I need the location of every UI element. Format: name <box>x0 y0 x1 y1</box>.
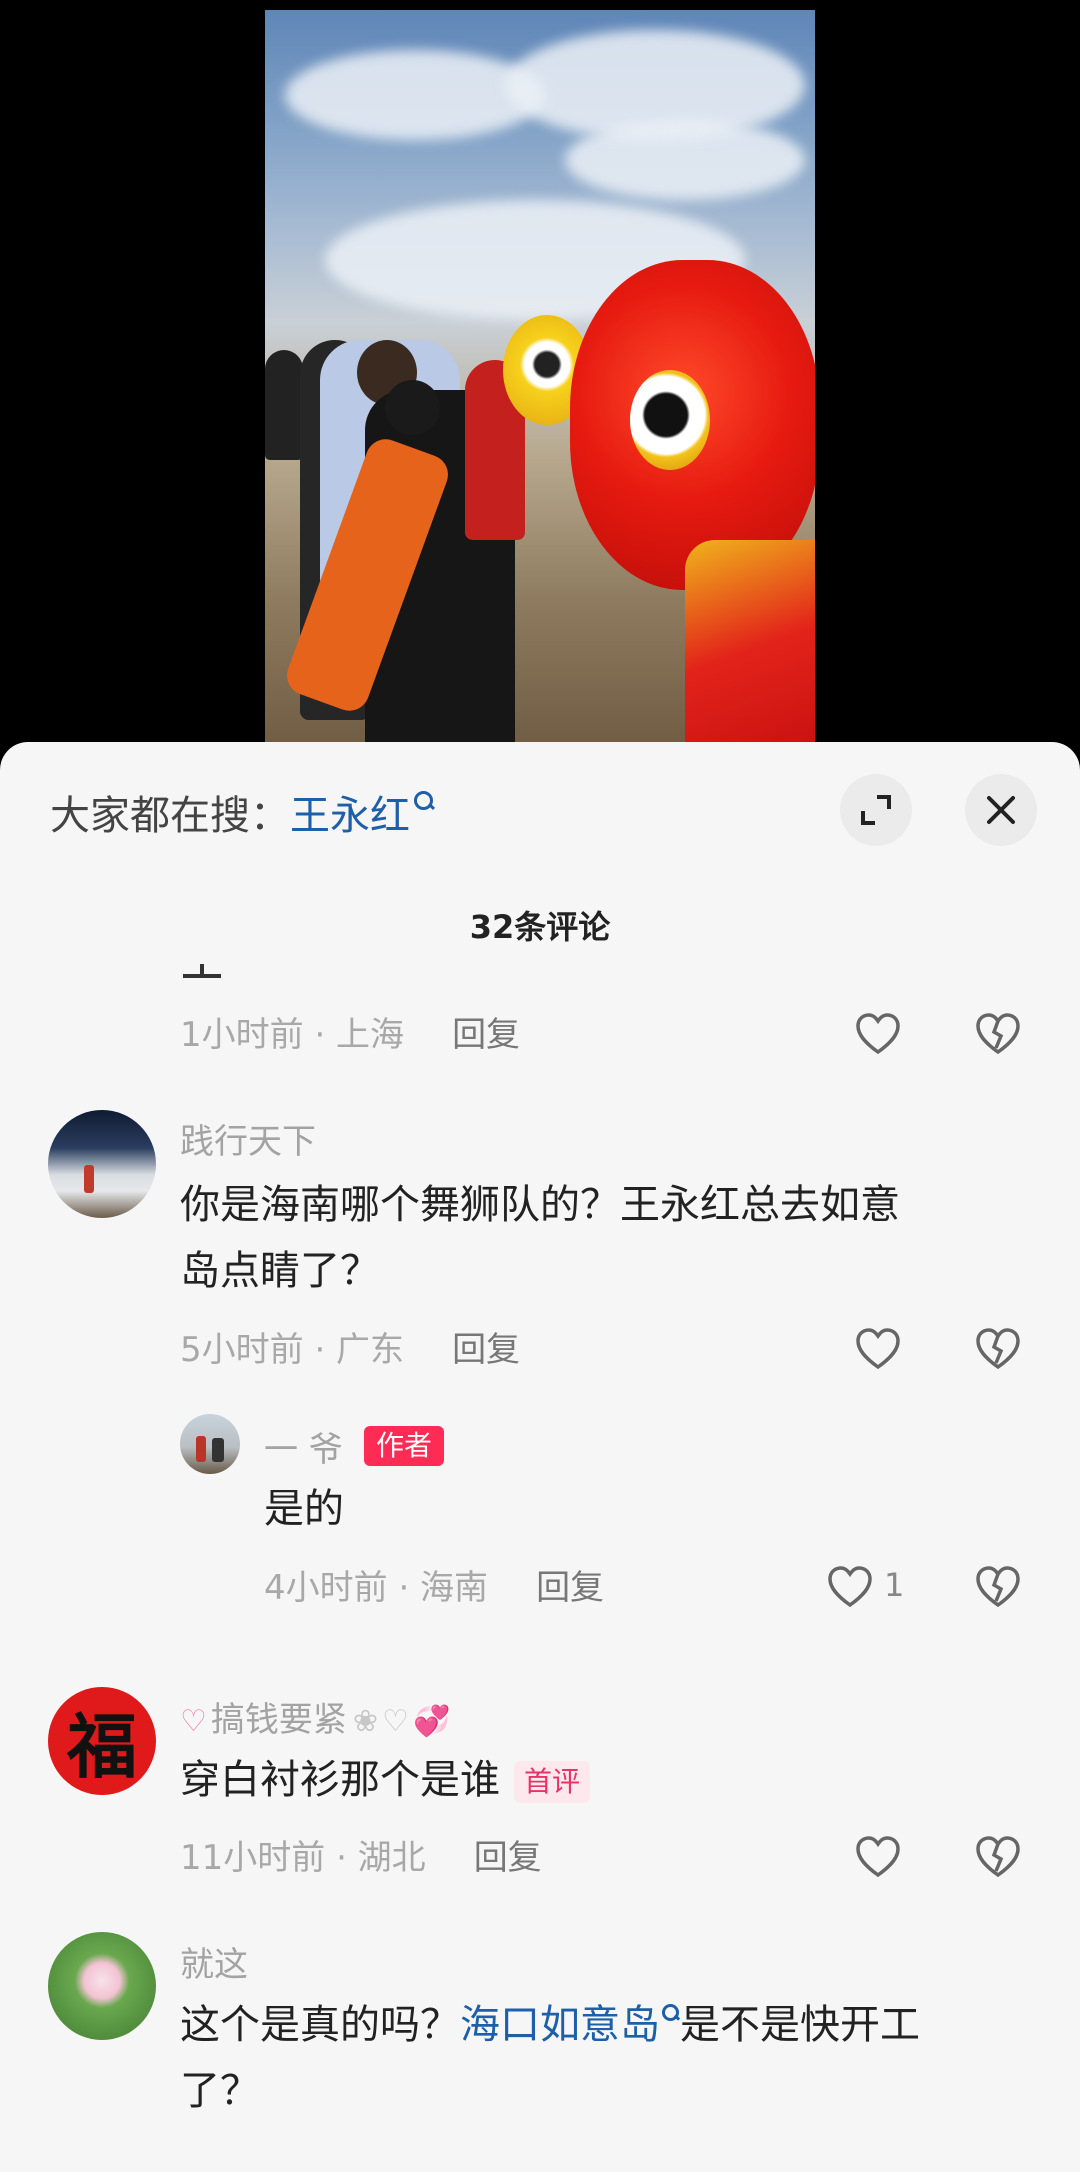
reply-text: 是的 <box>264 1486 344 1532</box>
heart-icon <box>856 1328 900 1370</box>
comment-time: 1小时前 · 上海 <box>180 1015 405 1055</box>
comment-text-content: 穿白衬衫那个是谁 <box>180 1757 500 1803</box>
dislike-button[interactable] <box>968 1004 1028 1064</box>
reply-button[interactable]: 回复 <box>452 1007 520 1056</box>
avatar[interactable] <box>180 1414 240 1474</box>
first-comment-badge: 首评 <box>514 1761 591 1803</box>
heart-decoration-icon: 💞 <box>412 1704 451 1739</box>
like-button[interactable] <box>848 1319 908 1379</box>
like-button[interactable] <box>848 1827 908 1887</box>
trending-search[interactable]: 大家都在搜： 王永红 <box>50 782 436 842</box>
search-link[interactable]: 海口如意岛 <box>460 2002 660 2048</box>
comment-text: 穿白衬衫那个是谁 首评 <box>180 1747 591 1813</box>
comment-meta: 11小时前 · 湖北 回复 <box>180 1830 542 1879</box>
dislike-button[interactable] <box>968 1557 1028 1617</box>
comment-time: 4小时前 · 海南 <box>264 1568 489 1608</box>
author-badge: 作者 <box>364 1426 445 1466</box>
dislike-button[interactable] <box>968 1827 1028 1887</box>
comment-text: 岛点睛了？ <box>180 1248 380 1294</box>
expand-button[interactable] <box>840 774 912 846</box>
comment-username[interactable]: 就这 <box>180 1937 248 1986</box>
comment-meta: 1小时前 · 上海 回复 <box>180 1007 520 1056</box>
comment-text: 这个是真的吗？海口如意岛 是不是快开工 <box>180 1992 920 2058</box>
expand-icon <box>861 795 891 825</box>
avatar[interactable] <box>48 1932 156 2040</box>
video-frame[interactable] <box>265 10 815 755</box>
comment-time: 11小时前 · 湖北 <box>180 1838 426 1878</box>
comment-text-part: 是不是快开工 <box>680 2002 920 2048</box>
avatar[interactable] <box>48 1110 156 1218</box>
like-count: 1 <box>884 1566 905 1604</box>
trending-search-term[interactable]: 王永红 <box>290 783 410 841</box>
heart-decoration-icon: ♡ <box>180 1704 207 1739</box>
reply-button[interactable]: 回复 <box>452 1322 520 1371</box>
broken-heart-icon <box>976 1013 1020 1055</box>
heart-icon <box>856 1836 900 1878</box>
avatar[interactable]: 福 <box>48 1687 156 1795</box>
comment-count-title: 32条评论 <box>469 908 611 946</box>
dislike-button[interactable] <box>968 1319 1028 1379</box>
comment-meta: 4小时前 · 海南 回复 <box>264 1560 604 1609</box>
comment-username-text: 搞钱要紧 <box>210 1700 347 1740</box>
like-button[interactable] <box>848 1004 908 1064</box>
comment-meta: 5小时前 · 广东 回复 <box>180 1322 520 1371</box>
broken-heart-icon <box>976 1836 1020 1878</box>
close-icon <box>987 796 1015 824</box>
flower-decoration-icon: ❀ <box>352 1704 379 1739</box>
comment-username[interactable]: ♡ 搞钱要紧 ❀ ♡ 💞 <box>180 1692 454 1741</box>
comment-username[interactable]: 践行天下 <box>180 1114 316 1163</box>
close-button[interactable] <box>965 774 1037 846</box>
trending-search-label: 大家都在搜： <box>50 793 290 839</box>
broken-heart-icon <box>976 1566 1020 1608</box>
comment-text: 了？ <box>180 2068 260 2114</box>
partial-comment-text <box>200 964 204 976</box>
like-button[interactable] <box>820 1557 880 1617</box>
heart-icon <box>828 1566 872 1608</box>
heart-icon <box>856 1013 900 1055</box>
search-icon <box>414 791 436 813</box>
reply-username[interactable]: 一 爷 <box>264 1422 343 1471</box>
comment-sheet: 大家都在搜： 王永红 32条评论 1小时前 · 上海 回复 践行天下 你是海南哪… <box>0 742 1080 2172</box>
comment-text: 你是海南哪个舞狮队的？王永红总去如意 <box>180 1182 900 1228</box>
search-icon <box>662 2004 680 2022</box>
avatar-glyph: 福 <box>67 1704 137 1788</box>
comment-text-part: 这个是真的吗？ <box>180 2002 460 2048</box>
comment-time: 5小时前 · 广东 <box>180 1330 405 1370</box>
video-player[interactable] <box>0 0 1080 760</box>
broken-heart-icon <box>976 1328 1020 1370</box>
reply-button[interactable]: 回复 <box>536 1560 604 1609</box>
reply-button[interactable]: 回复 <box>474 1830 542 1879</box>
heart-decoration-icon: ♡ <box>382 1704 409 1739</box>
